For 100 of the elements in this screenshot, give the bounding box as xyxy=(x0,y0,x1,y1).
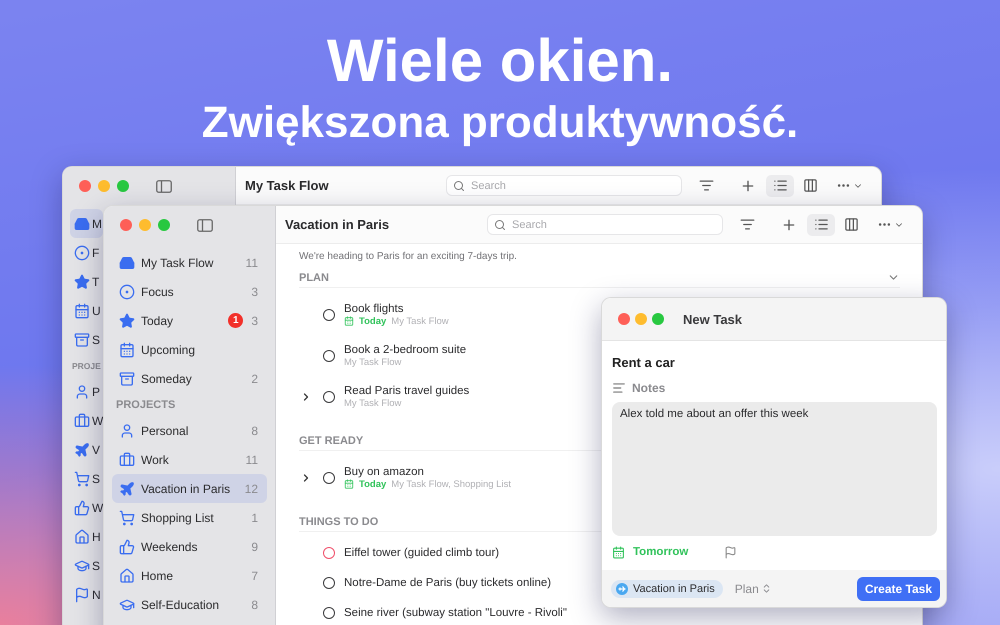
task-checkbox[interactable] xyxy=(323,577,335,589)
due-date: Today xyxy=(359,478,386,490)
flag-icon[interactable] xyxy=(724,546,738,558)
close-window-button[interactable] xyxy=(618,313,630,325)
task-row[interactable]: Eiffel tower (guided climb tour) xyxy=(299,538,500,568)
task-title: Buy on amazon xyxy=(344,466,425,478)
item-count: 3 xyxy=(251,314,258,328)
sidebar-item[interactable]: Personal 8 xyxy=(112,416,267,445)
task-row[interactable]: Book flights Today My Task Flow xyxy=(299,294,449,335)
sidebar-item[interactable]: Today 1 3 xyxy=(112,306,267,335)
notes-field[interactable]: Alex told me about an offer this week xyxy=(612,402,937,536)
item-count: 11 xyxy=(246,256,258,270)
item-count: 12 xyxy=(244,482,258,496)
window-title: New Task xyxy=(683,312,742,326)
sidebar-item[interactable]: V xyxy=(70,435,103,464)
section-heading: PROJE xyxy=(71,360,102,372)
sidebar-item[interactable]: N xyxy=(70,580,103,609)
briefcase-icon xyxy=(74,412,90,428)
task-row[interactable]: Seine river (subway station "Louvre - Rivoli" xyxy=(299,598,567,625)
list-icon xyxy=(814,217,828,232)
house-icon xyxy=(74,528,90,544)
sidebar-item[interactable]: P xyxy=(70,377,103,406)
item-count: 8 xyxy=(251,424,258,438)
create-task-button[interactable]: Create Task xyxy=(856,576,940,600)
calendar-icon xyxy=(344,479,354,489)
graduation-cap-icon xyxy=(74,558,90,574)
task-checkbox[interactable] xyxy=(323,547,335,559)
sidebar-item[interactable]: Someday 2 xyxy=(112,364,267,393)
columns-icon xyxy=(844,217,858,232)
task-checkbox[interactable] xyxy=(323,308,335,320)
task-list-name: My Task Flow xyxy=(391,316,449,326)
notes-icon xyxy=(612,381,626,395)
search-field[interactable]: Search xyxy=(487,214,723,235)
item-count: 7 xyxy=(251,568,258,582)
archive-icon xyxy=(74,332,90,348)
sidebar-item[interactable]: S xyxy=(70,464,103,493)
list-view-button[interactable] xyxy=(766,174,794,196)
thumbs-up-icon xyxy=(74,500,90,516)
plane-icon xyxy=(616,582,628,594)
sidebar-item[interactable]: Vacation in Paris 12 xyxy=(112,474,267,503)
sidebar-toggle-icon[interactable] xyxy=(197,218,213,232)
plus-icon xyxy=(781,216,797,232)
search-field[interactable]: Search xyxy=(446,175,682,196)
section-heading: PROJECTS xyxy=(115,398,176,412)
sidebar-item[interactable]: T xyxy=(70,267,103,296)
item-count: 8 xyxy=(251,598,258,612)
task-title: Eiffel tower (guided climb tour) xyxy=(344,547,500,559)
search-icon xyxy=(453,180,465,192)
inbox-icon xyxy=(119,254,135,270)
sidebar-item[interactable]: Focus 3 xyxy=(112,277,267,306)
sidebar-item[interactable]: W xyxy=(70,493,103,522)
task-title: Notre-Dame de Paris (buy tickets online) xyxy=(344,577,552,589)
due-date: Today xyxy=(359,316,386,326)
sidebar-toggle-icon[interactable] xyxy=(156,180,172,192)
sidebar-item[interactable]: S xyxy=(70,551,103,580)
sidebar-item[interactable]: Weekends 9 xyxy=(112,532,267,561)
task-checkbox[interactable] xyxy=(323,350,335,362)
person-icon xyxy=(74,384,90,400)
notification-badge: 1 xyxy=(228,313,244,328)
task-checkbox[interactable] xyxy=(323,472,335,484)
section-title: THINGS TO DO xyxy=(299,516,378,528)
filter-icon xyxy=(698,178,714,193)
sidebar-item[interactable]: Upcoming xyxy=(112,335,267,364)
inbox-icon xyxy=(74,216,90,232)
plane-icon xyxy=(119,480,135,496)
task-checkbox[interactable] xyxy=(323,390,335,402)
task-list-name: My Task Flow, Shopping List xyxy=(391,478,511,490)
house-icon xyxy=(119,568,135,584)
task-checkbox[interactable] xyxy=(323,607,335,619)
sidebar-item[interactable]: Work 11 xyxy=(112,445,267,474)
task-title: Book flights xyxy=(344,302,404,314)
task-row[interactable]: Notre-Dame de Paris (buy tickets online) xyxy=(299,568,552,598)
sidebar-item[interactable]: H xyxy=(70,522,103,551)
calendar-icon xyxy=(612,546,625,558)
task-title: Seine river (subway station "Louvre - Rivoli" xyxy=(344,607,567,619)
sidebar-item[interactable]: U xyxy=(70,296,103,325)
sidebar-item[interactable]: W xyxy=(70,406,103,435)
task-row[interactable]: Buy on amazon Today My Task Flow, Shopping List xyxy=(299,457,511,498)
archive-icon xyxy=(119,370,135,386)
task-row[interactable]: Book a 2-bedroom suite My Task Flow xyxy=(299,335,466,376)
item-count: 11 xyxy=(246,452,258,466)
task-row[interactable]: Read Paris travel guides My Task Flow xyxy=(299,376,470,417)
star-icon xyxy=(74,274,90,290)
columns-icon xyxy=(802,178,818,193)
sidebar-item[interactable]: F xyxy=(70,238,103,267)
sidebar-item[interactable]: Self-Education 8 xyxy=(112,590,267,619)
task-title: Book a 2-bedroom suite xyxy=(344,344,466,356)
cart-icon xyxy=(119,510,135,526)
sidebar-item[interactable]: My Task Flow 11 xyxy=(112,248,267,277)
plus-icon xyxy=(740,178,756,194)
sidebar-item[interactable]: S xyxy=(70,325,103,354)
project-chip[interactable]: Vacation in Paris xyxy=(611,580,723,598)
sidebar-item[interactable]: Home 7 xyxy=(112,561,267,590)
sidebar-item[interactable]: Shopping List 1 xyxy=(112,503,267,532)
list-icon xyxy=(772,178,788,193)
list-view-button[interactable] xyxy=(807,214,835,236)
task-title-field[interactable]: Rent a car xyxy=(612,351,937,373)
headline: Wiele okien. xyxy=(326,26,674,96)
sidebar-item[interactable]: M xyxy=(70,209,103,238)
search-icon xyxy=(494,218,506,230)
